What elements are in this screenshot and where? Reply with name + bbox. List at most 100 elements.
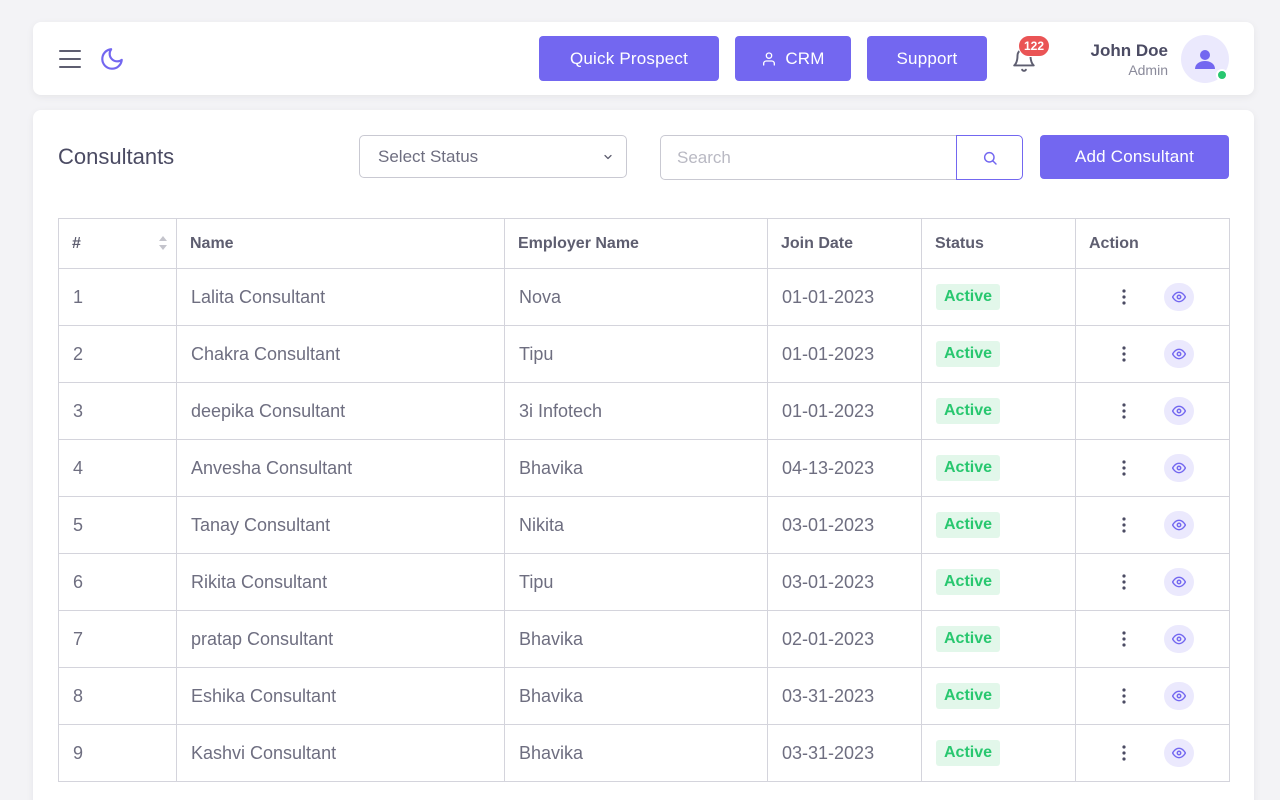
row-number: 2 (58, 325, 177, 383)
support-button[interactable]: Support (867, 36, 987, 81)
crm-button[interactable]: CRM (735, 36, 851, 81)
table-row: 3 deepika Consultant 3i Infotech 01-01-2… (58, 382, 1230, 440)
action-cell (1075, 268, 1230, 326)
consultant-name: Lalita Consultant (176, 268, 505, 326)
join-date: 03-01-2023 (767, 553, 922, 611)
status-cell: Active (921, 268, 1076, 326)
column-header-status: Status (921, 218, 1076, 269)
view-button[interactable] (1164, 454, 1194, 482)
view-button[interactable] (1164, 283, 1194, 311)
join-date: 01-01-2023 (767, 382, 922, 440)
status-cell: Active (921, 667, 1076, 725)
status-badge: Active (936, 341, 1001, 367)
join-date: 01-01-2023 (767, 268, 922, 326)
eye-icon (1172, 462, 1186, 474)
status-badge: Active (936, 512, 1001, 538)
more-vertical-icon[interactable] (1121, 516, 1127, 534)
status-select[interactable]: Select Status (359, 135, 627, 178)
status-badge: Active (936, 455, 1001, 481)
action-cell (1075, 553, 1230, 611)
more-vertical-icon[interactable] (1121, 573, 1127, 591)
eye-icon (1172, 747, 1186, 759)
table-row: 4 Anvesha Consultant Bhavika 04-13-2023 … (58, 439, 1230, 497)
table-body: 1 Lalita Consultant Nova 01-01-2023 Acti… (58, 268, 1230, 782)
page-title: Consultants (58, 144, 175, 169)
column-header-action: Action (1075, 218, 1230, 269)
column-header-number[interactable]: # (58, 218, 177, 269)
action-cell (1075, 325, 1230, 383)
consultant-name: Eshika Consultant (176, 667, 505, 725)
quick-prospect-label: Quick Prospect (569, 48, 689, 68)
join-date: 03-01-2023 (767, 496, 922, 554)
moon-icon[interactable] (99, 46, 125, 72)
status-cell: Active (921, 382, 1076, 440)
status-cell: Active (921, 724, 1076, 782)
consultants-table: # Name Employer Name Join Date Status Ac… (58, 218, 1230, 782)
status-cell: Active (921, 325, 1076, 383)
eye-icon (1172, 633, 1186, 645)
employer-name: Nova (504, 268, 768, 326)
view-button[interactable] (1164, 340, 1194, 368)
view-button[interactable] (1164, 397, 1194, 425)
add-consultant-button[interactable]: Add Consultant (1040, 135, 1229, 179)
table-row: 1 Lalita Consultant Nova 01-01-2023 Acti… (58, 268, 1230, 326)
consultant-name: Kashvi Consultant (176, 724, 505, 782)
menu-icon[interactable] (59, 50, 81, 68)
avatar-icon (1195, 50, 1215, 69)
row-number: 8 (58, 667, 177, 725)
join-date: 03-31-2023 (767, 724, 922, 782)
action-cell (1075, 667, 1230, 725)
more-vertical-icon[interactable] (1121, 345, 1127, 363)
view-button[interactable] (1164, 511, 1194, 539)
column-header-name: Name (176, 218, 505, 269)
join-date: 02-01-2023 (767, 610, 922, 668)
view-button[interactable] (1164, 625, 1194, 653)
consultants-card: Consultants Select Status Add Consultant… (33, 110, 1254, 800)
search-button[interactable] (956, 135, 1023, 180)
top-navbar: Quick Prospect CRM Support 122 John Doe … (33, 22, 1254, 95)
more-vertical-icon[interactable] (1121, 630, 1127, 648)
action-cell (1075, 610, 1230, 668)
more-vertical-icon[interactable] (1121, 459, 1127, 477)
action-cell (1075, 496, 1230, 554)
search-icon (983, 151, 997, 165)
table-header-row: # Name Employer Name Join Date Status Ac… (58, 218, 1230, 269)
view-button[interactable] (1164, 682, 1194, 710)
action-cell (1075, 439, 1230, 497)
eye-icon (1172, 348, 1186, 360)
table-row: 6 Rikita Consultant Tipu 03-01-2023 Acti… (58, 553, 1230, 611)
status-badge: Active (936, 398, 1001, 424)
row-number: 3 (58, 382, 177, 440)
eye-icon (1172, 576, 1186, 588)
more-vertical-icon[interactable] (1121, 402, 1127, 420)
column-header-label: # (72, 234, 81, 252)
table-row: 8 Eshika Consultant Bhavika 03-31-2023 A… (58, 667, 1230, 725)
eye-icon (1172, 519, 1186, 531)
more-vertical-icon[interactable] (1121, 687, 1127, 705)
row-number: 4 (58, 439, 177, 497)
sort-icon[interactable] (158, 235, 168, 251)
employer-name: 3i Infotech (504, 382, 768, 440)
more-vertical-icon[interactable] (1121, 744, 1127, 762)
table-row: 5 Tanay Consultant Nikita 03-01-2023 Act… (58, 496, 1230, 554)
employer-name: Tipu (504, 325, 768, 383)
consultant-name: deepika Consultant (176, 382, 505, 440)
employer-name: Bhavika (504, 724, 768, 782)
status-cell: Active (921, 610, 1076, 668)
view-button[interactable] (1164, 739, 1194, 767)
consultant-name: Rikita Consultant (176, 553, 505, 611)
join-date: 04-13-2023 (767, 439, 922, 497)
support-label: Support (896, 48, 958, 68)
user-role: Admin (1128, 62, 1168, 78)
search-input[interactable] (660, 135, 957, 180)
employer-name: Bhavika (504, 667, 768, 725)
eye-icon (1172, 690, 1186, 702)
quick-prospect-button[interactable]: Quick Prospect (539, 36, 719, 81)
row-number: 1 (58, 268, 177, 326)
table-row: 9 Kashvi Consultant Bhavika 03-31-2023 A… (58, 724, 1230, 782)
join-date: 01-01-2023 (767, 325, 922, 383)
more-vertical-icon[interactable] (1121, 288, 1127, 306)
view-button[interactable] (1164, 568, 1194, 596)
table-row: 2 Chakra Consultant Tipu 01-01-2023 Acti… (58, 325, 1230, 383)
row-number: 5 (58, 496, 177, 554)
